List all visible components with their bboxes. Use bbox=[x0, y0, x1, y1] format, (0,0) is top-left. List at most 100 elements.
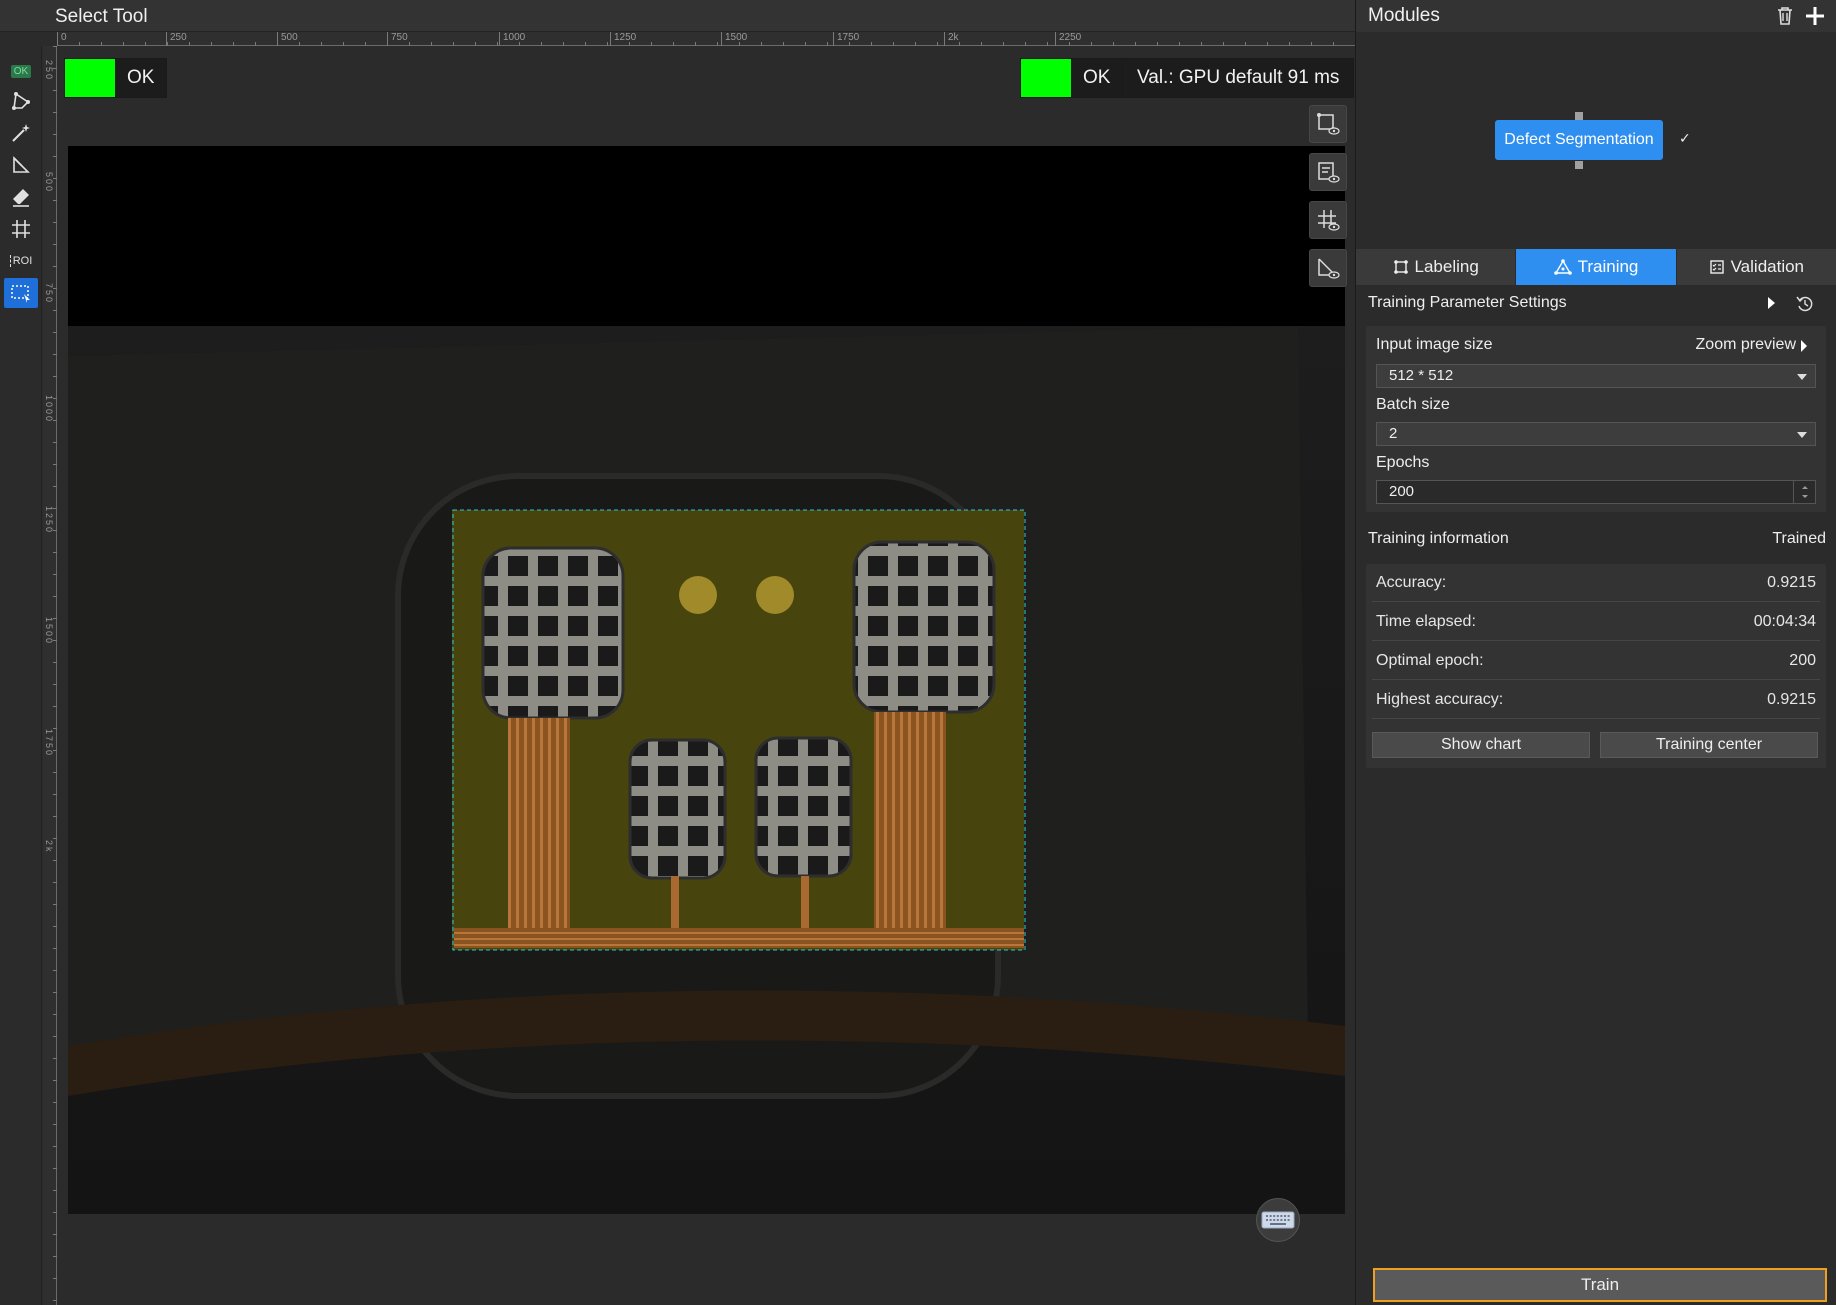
ruler-minor-tick bbox=[233, 42, 234, 46]
output-connector[interactable] bbox=[1575, 161, 1583, 169]
expand-arrow-icon[interactable] bbox=[1766, 296, 1776, 310]
ruler-minor-tick bbox=[431, 42, 432, 46]
highest-accuracy-label: Highest accuracy: bbox=[1376, 691, 1504, 708]
inspection-image[interactable] bbox=[68, 146, 1345, 1214]
ruler-minor-tick bbox=[1201, 42, 1202, 46]
ruler-label: 750 bbox=[391, 32, 408, 43]
ruler-minor-tick bbox=[739, 42, 740, 46]
ruler-minor-tick bbox=[167, 42, 168, 46]
epochs-spin-buttons[interactable] bbox=[1793, 481, 1815, 503]
tab-training[interactable]: Training bbox=[1516, 249, 1677, 285]
ok-indicator-icon: OK bbox=[4, 56, 38, 86]
ruler-minor-tick bbox=[1135, 42, 1136, 46]
show-grid-toggle[interactable] bbox=[1309, 201, 1347, 239]
add-module-icon[interactable] bbox=[1804, 5, 1826, 27]
zoom-preview-link[interactable]: Zoom preview bbox=[1696, 336, 1796, 354]
ruler-label: 2k bbox=[948, 32, 959, 43]
history-reset-icon[interactable] bbox=[1796, 295, 1814, 313]
batch-size-label: Batch size bbox=[1376, 396, 1450, 413]
show-results-toggle[interactable] bbox=[1309, 153, 1347, 191]
ruler-minor-tick bbox=[673, 42, 674, 46]
validation-icon bbox=[1709, 260, 1724, 274]
ruler-label: 500 bbox=[44, 172, 54, 194]
zoom-preview-arrow-icon[interactable] bbox=[1800, 339, 1808, 353]
info-row-highest-accuracy: Highest accuracy: 0.9215 bbox=[1372, 681, 1820, 719]
select-rect-icon[interactable] bbox=[4, 278, 38, 308]
trash-icon[interactable] bbox=[1776, 6, 1794, 26]
training-center-button[interactable]: Training center bbox=[1600, 732, 1818, 758]
ruler-minor-tick bbox=[695, 42, 696, 46]
module-graph: Defect Segmentation ✓ bbox=[1356, 33, 1836, 243]
ruler-label: 1750 bbox=[44, 729, 54, 758]
ruler-minor-tick bbox=[497, 42, 498, 46]
ruler-minor-tick bbox=[585, 42, 586, 46]
tab-validation[interactable]: Validation bbox=[1676, 249, 1836, 285]
show-labels-toggle[interactable] bbox=[1309, 105, 1347, 143]
ruler-minor-tick bbox=[1003, 42, 1004, 46]
ruler-minor-tick bbox=[211, 42, 212, 46]
ruler-label: 500 bbox=[281, 32, 298, 43]
defect-segmentation-node[interactable]: Defect Segmentation bbox=[1495, 120, 1663, 160]
ruler-minor-tick bbox=[827, 42, 828, 46]
tab-labeling-label: Labeling bbox=[1414, 257, 1479, 276]
batch-size-select[interactable]: 2 bbox=[1376, 422, 1816, 446]
ruler-minor-tick bbox=[299, 42, 300, 46]
grid-icon[interactable] bbox=[4, 214, 38, 244]
show-mask-toggle[interactable] bbox=[1309, 249, 1347, 287]
input-image-size-select[interactable]: 512 * 512 bbox=[1376, 364, 1816, 388]
ruler-minor-tick bbox=[1289, 42, 1290, 46]
ruler-minor-tick bbox=[1311, 42, 1312, 46]
ruler-minor-tick bbox=[783, 42, 784, 46]
ruler-minor-tick bbox=[475, 42, 476, 46]
ok-indicator-label: OK bbox=[10, 64, 32, 78]
smart-select-icon[interactable] bbox=[4, 150, 38, 180]
training-status: Trained bbox=[1772, 530, 1826, 547]
ruler-minor-tick bbox=[1069, 42, 1070, 46]
roi-icon[interactable]: ROI bbox=[4, 246, 38, 276]
ruler-tick bbox=[1055, 32, 1056, 46]
ruler-minor-tick bbox=[277, 42, 278, 46]
label-visibility-icon bbox=[1317, 113, 1340, 135]
ruler-minor-tick bbox=[365, 42, 366, 46]
ruler-minor-tick bbox=[453, 42, 454, 46]
labeling-icon bbox=[1393, 260, 1408, 274]
modules-title: Modules bbox=[1368, 5, 1440, 26]
magic-wand-icon[interactable] bbox=[4, 118, 38, 148]
keyboard-icon bbox=[1261, 1211, 1295, 1229]
time-elapsed-label: Time elapsed: bbox=[1376, 613, 1476, 630]
ruler-tick bbox=[944, 32, 945, 46]
ruler-label: 0 bbox=[61, 32, 67, 43]
tab-labeling[interactable]: Labeling bbox=[1356, 249, 1517, 285]
epochs-label: Epochs bbox=[1376, 454, 1430, 471]
input-connector[interactable] bbox=[1575, 112, 1583, 120]
show-chart-button[interactable]: Show chart bbox=[1372, 732, 1590, 758]
ruler-minor-tick bbox=[937, 42, 938, 46]
ruler-label: 250 bbox=[44, 60, 54, 82]
optimal-epoch-value: 200 bbox=[1789, 652, 1816, 669]
train-button[interactable]: Train bbox=[1373, 1268, 1827, 1302]
eraser-icon[interactable] bbox=[4, 182, 38, 212]
training-icon bbox=[1553, 259, 1572, 275]
keyboard-shortcuts-button[interactable] bbox=[1256, 1198, 1300, 1242]
ruler-tick bbox=[721, 32, 722, 46]
ruler-minor-tick bbox=[541, 42, 542, 46]
ruler-minor-tick bbox=[57, 42, 58, 46]
vertical-ruler: 250 500 750 1000 1250 1500 1750 2k bbox=[43, 46, 57, 1305]
mask-visibility-icon bbox=[1318, 258, 1340, 279]
ruler-minor-tick bbox=[607, 42, 608, 46]
training-information-panel: Accuracy: 0.9215 Time elapsed: 00:04:34 … bbox=[1366, 564, 1826, 768]
ruler-minor-tick bbox=[79, 42, 80, 46]
ruler-label: 1000 bbox=[503, 32, 526, 43]
ruler-minor-tick bbox=[717, 42, 718, 46]
ruler-minor-tick bbox=[123, 42, 124, 46]
time-elapsed-value: 00:04:34 bbox=[1753, 613, 1816, 630]
info-row-accuracy: Accuracy: 0.9215 bbox=[1372, 564, 1820, 602]
polygon-tool-icon[interactable] bbox=[4, 86, 38, 116]
current-tool-title: Select Tool bbox=[55, 6, 148, 27]
ruler-minor-tick bbox=[805, 42, 806, 46]
epochs-stepper[interactable]: 200 bbox=[1376, 480, 1816, 504]
ruler-label: 2k bbox=[44, 840, 54, 854]
ruler-minor-tick bbox=[651, 42, 652, 46]
ruler-label: 750 bbox=[44, 283, 54, 305]
ruler-minor-tick bbox=[409, 42, 410, 46]
